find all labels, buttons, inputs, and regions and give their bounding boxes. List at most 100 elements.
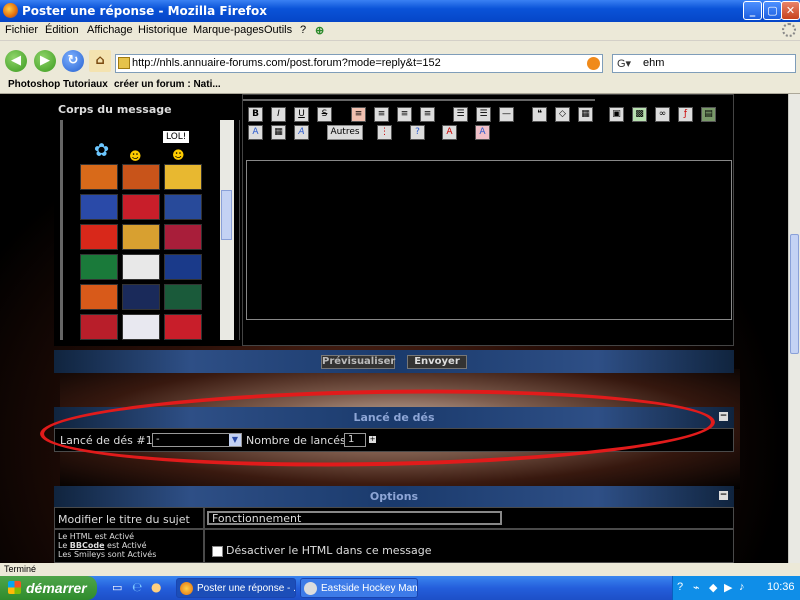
align-justify-button[interactable]: ≡: [420, 107, 435, 122]
code-button[interactable]: ◇: [555, 107, 570, 122]
lol-smiley-icon[interactable]: ☻: [172, 148, 185, 162]
go-icon[interactable]: [587, 57, 600, 70]
smileys-scrollbar[interactable]: [220, 120, 234, 340]
more-tools-button[interactable]: ⋮: [377, 125, 392, 140]
align-left-button[interactable]: ≡: [351, 107, 366, 122]
align-right-button[interactable]: ≡: [397, 107, 412, 122]
bookmark-photoshop[interactable]: Photoshop Tutoriaux: [8, 79, 108, 90]
options-collapse-icon[interactable]: −: [719, 491, 728, 500]
menu-fichier[interactable]: Fichier: [5, 24, 38, 36]
italic-button[interactable]: I: [271, 107, 286, 122]
team-logo-avalanche-2[interactable]: [164, 224, 202, 250]
menu-affichage[interactable]: Affichage: [87, 24, 133, 36]
start-button[interactable]: démarrer: [0, 576, 97, 600]
preview-button[interactable]: Prévisualiser: [321, 355, 395, 369]
volume-tray-icon[interactable]: ♪: [739, 581, 745, 593]
bbcode-suffix: est Activé: [104, 541, 147, 550]
font-color-button[interactable]: A: [248, 125, 263, 140]
team-logo-bruins[interactable]: [164, 164, 202, 190]
autres-button[interactable]: Autres: [327, 125, 363, 140]
addon-icon[interactable]: ⊕: [315, 24, 324, 37]
team-logo-hurricanes[interactable]: [122, 194, 160, 220]
hr-button[interactable]: —: [499, 107, 514, 122]
team-logo-stars[interactable]: [80, 254, 118, 280]
link-button[interactable]: ∞: [655, 107, 670, 122]
disable-html-checkbox[interactable]: [212, 546, 223, 557]
media-tray-icon[interactable]: ▶: [724, 581, 732, 594]
start-label: démarrer: [26, 580, 87, 596]
team-logo-panthers[interactable]: [80, 284, 118, 310]
underline-button[interactable]: U: [294, 107, 309, 122]
bookmark-creer-forum[interactable]: créer un forum : Nati...: [114, 79, 221, 90]
show-desktop-icon[interactable]: ▭: [112, 581, 122, 594]
page-scrollbar[interactable]: [788, 94, 800, 563]
video-button[interactable]: ▤: [701, 107, 716, 122]
team-logo-wild[interactable]: [164, 284, 202, 310]
team-logo-ducks[interactable]: [80, 164, 118, 190]
security-tray-icon[interactable]: ◆: [709, 581, 717, 594]
team-logo-oilers[interactable]: [164, 254, 202, 280]
send-button[interactable]: Envoyer: [407, 355, 467, 369]
taskbar-item-firefox[interactable]: Poster une réponse - ...: [176, 578, 296, 598]
url-text: http://nhls.annuaire-forums.com/post.for…: [132, 57, 441, 69]
network-tray-icon[interactable]: ⌁: [693, 581, 700, 594]
team-logo-sabres[interactable]: [80, 194, 118, 220]
reload-button[interactable]: ↻: [62, 50, 84, 72]
subject-field-edge: [243, 95, 595, 101]
team-logo-canadiens[interactable]: [80, 314, 118, 340]
page-scroll-thumb[interactable]: [790, 234, 799, 354]
smileys-scroll-thumb[interactable]: [221, 190, 232, 240]
background-color-button[interactable]: ▦: [271, 125, 286, 140]
forward-button[interactable]: ▶: [34, 50, 56, 72]
team-logo-red-wings[interactable]: [122, 254, 160, 280]
quote-button[interactable]: ❝: [532, 107, 547, 122]
flash-button[interactable]: ƒ: [678, 107, 693, 122]
bold-button[interactable]: B: [248, 107, 263, 122]
numbered-list-button[interactable]: ☰: [476, 107, 491, 122]
bbcode-link[interactable]: BBCode: [70, 541, 105, 550]
team-logo-thrashers[interactable]: [122, 164, 160, 190]
team-logo-blackhawks[interactable]: [122, 224, 160, 250]
table-button[interactable]: ▦: [578, 107, 593, 122]
options-section-title: Options: [369, 490, 419, 503]
message-textarea[interactable]: [246, 160, 732, 320]
topic-title-input[interactable]: Fonctionnement: [207, 511, 502, 525]
remove-format-button[interactable]: A: [442, 125, 457, 140]
team-logo-predators[interactable]: [122, 284, 160, 310]
help-tray-icon[interactable]: ?: [677, 581, 683, 593]
bullet-list-button[interactable]: ☰: [453, 107, 468, 122]
minimize-button[interactable]: _: [743, 1, 762, 20]
menu-help[interactable]: ?: [300, 24, 306, 36]
menu-outils[interactable]: Outils: [264, 24, 292, 36]
back-button[interactable]: ◀: [5, 50, 27, 72]
firefox-launcher-icon[interactable]: ●: [151, 580, 161, 594]
team-logo-avalanche[interactable]: [164, 194, 202, 220]
font-style-button[interactable]: A: [294, 125, 309, 140]
status-cell: Le HTML est Activé Le BBCode est Activé …: [54, 529, 204, 563]
clock[interactable]: 10:36: [767, 581, 795, 593]
menu-edition[interactable]: Édition: [45, 24, 79, 36]
align-center-button[interactable]: ≡: [374, 107, 389, 122]
dice-collapse-icon[interactable]: −: [719, 412, 728, 421]
home-button[interactable]: ⌂: [89, 50, 111, 72]
search-input[interactable]: G▾ ehm: [612, 54, 796, 73]
image-button[interactable]: ▩: [632, 107, 647, 122]
maximize-button[interactable]: ▢: [763, 1, 782, 20]
switch-editor-button[interactable]: A: [475, 125, 490, 140]
team-logo-flames[interactable]: [80, 224, 118, 250]
menu-historique[interactable]: Historique: [138, 24, 188, 36]
ie-icon[interactable]: ℮: [132, 580, 142, 594]
flower-smiley-icon[interactable]: ✿: [94, 140, 109, 161]
close-button[interactable]: ✕: [781, 1, 800, 20]
team-logo-devils[interactable]: [164, 314, 202, 340]
search-engine-icon[interactable]: G▾: [617, 56, 631, 73]
image-host-button[interactable]: ▣: [609, 107, 624, 122]
team-logo-predators-2[interactable]: [122, 314, 160, 340]
help-button[interactable]: ?: [410, 125, 425, 140]
url-bar[interactable]: http://nhls.annuaire-forums.com/post.for…: [115, 54, 603, 73]
window-title-bar: Poster une réponse - Mozilla Firefox _ ▢…: [0, 0, 800, 22]
cool-smiley-icon[interactable]: ☻: [129, 149, 142, 163]
taskbar-item-ehm[interactable]: Eastside Hockey Man...: [300, 578, 418, 598]
strike-button[interactable]: S: [317, 107, 332, 122]
menu-marque-pages[interactable]: Marque-pages: [193, 24, 264, 36]
